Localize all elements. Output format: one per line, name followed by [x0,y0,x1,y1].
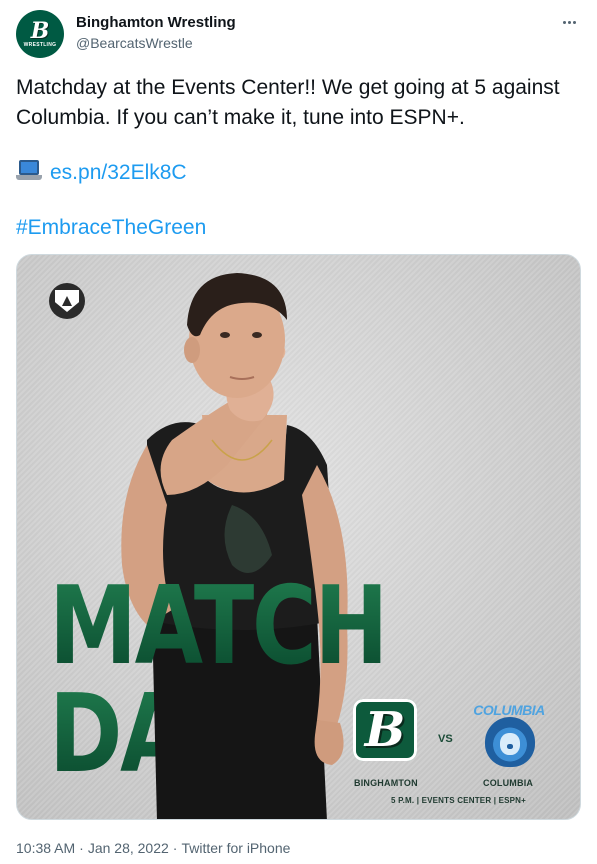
tweet-text: Matchday at the Events Center!! We get g… [16,76,560,129]
link-line: es.pn/32Elk8C [16,158,187,188]
meta-separator: · [79,840,84,856]
binghamton-logo: B [353,699,417,761]
tweet-media-image[interactable]: DAY MATCH B VS COLUMBIA BINGHAMTON COLUM… [16,254,581,820]
match-details: 5 P.M. | EVENTS CENTER | ESPN+ [391,796,527,805]
tweet-source[interactable]: Twitter for iPhone [181,840,290,856]
tweet-header: B WRESTLING Binghamton Wrestling @Bearca… [16,10,581,60]
meta-separator: · [172,840,178,856]
author-names: Binghamton Wrestling @BearcatsWrestle [76,13,236,53]
binghamton-logo-letter: B [364,702,406,758]
tweet-meta: 10:38 AM · Jan 28, 2022 · Twitter for iPhone [16,838,290,858]
display-name[interactable]: Binghamton Wrestling [76,13,236,33]
wrestler-figure [121,273,348,819]
hashtag-line: #EmbraceTheGreen [16,213,206,243]
handle[interactable]: @BearcatsWrestle [76,33,236,53]
avatar-letter: B [30,17,50,44]
home-team-name: BINGHAMTON [354,778,418,788]
columbia-logo-word: COLUMBIA [473,702,545,718]
tweet-date[interactable]: Jan 28, 2022 [88,840,169,856]
tweet-link[interactable]: es.pn/32Elk8C [50,161,187,184]
columbia-lion-icon [485,717,535,767]
more-options-icon[interactable] [557,12,581,32]
avatar-caption: WRESTLING [23,41,57,48]
vs-label: VS [438,733,453,745]
headline-match: MATCH [49,564,388,689]
tweet-time[interactable]: 10:38 AM [16,840,75,856]
hashtag-link[interactable]: #EmbraceTheGreen [16,216,206,239]
avatar[interactable]: B WRESTLING [16,10,64,58]
laptop-icon [16,160,42,182]
league-shield-icon [49,283,85,319]
away-team-name: COLUMBIA [483,778,534,788]
